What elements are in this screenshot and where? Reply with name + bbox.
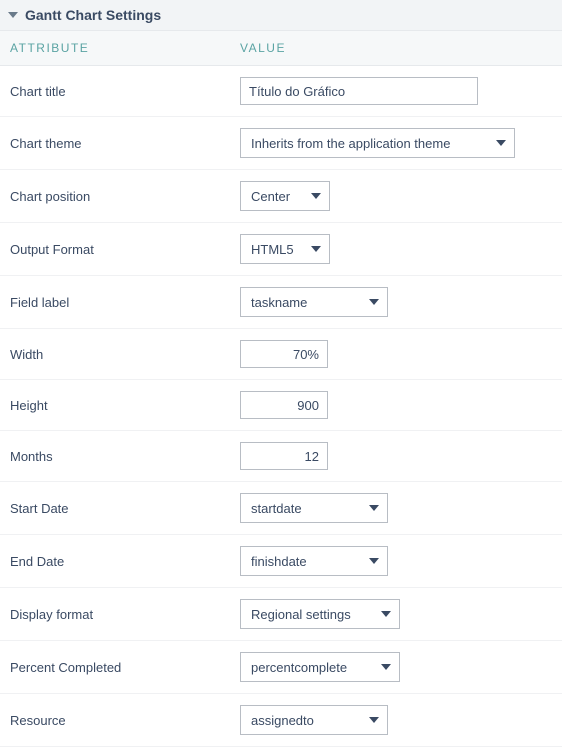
label-chart-theme: Chart theme	[10, 136, 240, 151]
row-height: Height	[0, 380, 562, 431]
select-display-format[interactable]: Regional settings	[240, 599, 400, 629]
chevron-down-icon	[369, 717, 379, 723]
row-resource: Resource assignedto	[0, 694, 562, 747]
select-field-label-value: taskname	[251, 295, 307, 310]
label-height: Height	[10, 398, 240, 413]
chevron-down-icon	[381, 611, 391, 617]
row-display-format: Display format Regional settings	[0, 588, 562, 641]
select-display-format-value: Regional settings	[251, 607, 351, 622]
row-output-format: Output Format HTML5	[0, 223, 562, 276]
chevron-down-icon	[311, 193, 321, 199]
row-field-label: Field label taskname	[0, 276, 562, 329]
row-start-date: Start Date startdate	[0, 482, 562, 535]
chevron-down-icon	[381, 664, 391, 670]
select-percent-completed[interactable]: percentcomplete	[240, 652, 400, 682]
select-chart-position-value: Center	[251, 189, 290, 204]
column-header-attribute: ATTRIBUTE	[10, 41, 240, 55]
input-chart-title[interactable]	[240, 77, 478, 105]
label-percent-completed: Percent Completed	[10, 660, 240, 675]
select-resource-value: assignedto	[251, 713, 314, 728]
label-chart-title: Chart title	[10, 84, 240, 99]
select-chart-theme[interactable]: Inherits from the application theme	[240, 128, 515, 158]
label-chart-position: Chart position	[10, 189, 240, 204]
select-start-date-value: startdate	[251, 501, 302, 516]
label-end-date: End Date	[10, 554, 240, 569]
row-chart-theme: Chart theme Inherits from the applicatio…	[0, 117, 562, 170]
row-months: Months	[0, 431, 562, 482]
row-width: Width	[0, 329, 562, 380]
row-percent-completed: Percent Completed percentcomplete	[0, 641, 562, 694]
select-output-format-value: HTML5	[251, 242, 294, 257]
collapse-icon	[8, 12, 18, 18]
label-start-date: Start Date	[10, 501, 240, 516]
chevron-down-icon	[369, 558, 379, 564]
label-display-format: Display format	[10, 607, 240, 622]
row-end-date: End Date finishdate	[0, 535, 562, 588]
select-chart-position[interactable]: Center	[240, 181, 330, 211]
input-height[interactable]	[240, 391, 328, 419]
row-chart-position: Chart position Center	[0, 170, 562, 223]
row-chart-title: Chart title	[0, 66, 562, 117]
gantt-chart-settings-panel: Gantt Chart Settings ATTRIBUTE VALUE Cha…	[0, 0, 562, 747]
select-resource[interactable]: assignedto	[240, 705, 388, 735]
chevron-down-icon	[369, 505, 379, 511]
label-months: Months	[10, 449, 240, 464]
chevron-down-icon	[311, 246, 321, 252]
input-months[interactable]	[240, 442, 328, 470]
select-end-date-value: finishdate	[251, 554, 307, 569]
input-width[interactable]	[240, 340, 328, 368]
chevron-down-icon	[496, 140, 506, 146]
label-field-label: Field label	[10, 295, 240, 310]
select-end-date[interactable]: finishdate	[240, 546, 388, 576]
label-width: Width	[10, 347, 240, 362]
panel-title: Gantt Chart Settings	[25, 7, 161, 23]
label-resource: Resource	[10, 713, 240, 728]
select-field-label[interactable]: taskname	[240, 287, 388, 317]
column-headers: ATTRIBUTE VALUE	[0, 31, 562, 66]
select-start-date[interactable]: startdate	[240, 493, 388, 523]
label-output-format: Output Format	[10, 242, 240, 257]
column-header-value: VALUE	[240, 41, 562, 55]
chevron-down-icon	[369, 299, 379, 305]
panel-header[interactable]: Gantt Chart Settings	[0, 0, 562, 31]
select-chart-theme-value: Inherits from the application theme	[251, 136, 450, 151]
select-output-format[interactable]: HTML5	[240, 234, 330, 264]
select-percent-completed-value: percentcomplete	[251, 660, 347, 675]
